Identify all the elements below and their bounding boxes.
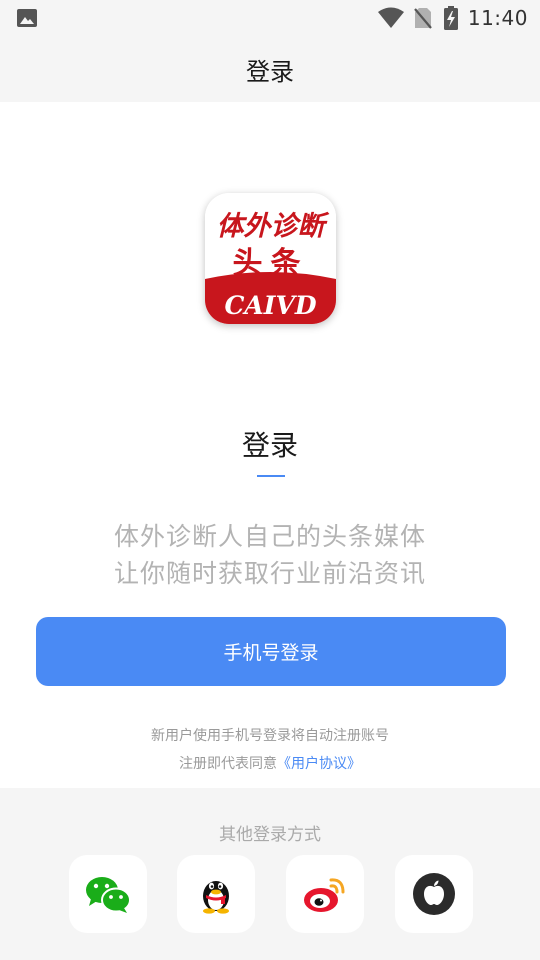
page-title: 登录 [246,57,294,86]
heading-underline [257,475,285,477]
weibo-login-button[interactable] [286,855,364,933]
apple-login-button[interactable] [395,855,473,933]
register-notice: 新用户使用手机号登录将自动注册账号 [151,728,389,744]
login-heading: 登录 [241,429,298,462]
app-logo: 体外诊断 头条 CAIVD [205,193,336,324]
agreement-prefix: 注册即代表同意 [179,756,277,772]
other-login-title: 其他登录方式 [219,825,321,845]
user-agreement-link[interactable]: 《用户协议》 [277,756,361,772]
apple-icon [413,873,455,915]
slogan-line-1: 体外诊断人自己的头条媒体 [113,522,426,551]
battery-charging-icon [443,6,458,30]
logo-line2: 头条 [233,246,309,281]
status-icons: 11:40 [377,5,528,31]
logo-line3: CAIVD [224,291,316,320]
phone-login-button[interactable]: 手机号登录 [36,617,506,686]
no-sim-icon [414,7,432,29]
wechat-icon [85,874,131,914]
weibo-icon [303,874,347,914]
wifi-icon [377,7,404,29]
qq-login-button[interactable] [177,855,255,933]
qq-penguin-icon [199,874,233,914]
wechat-login-button[interactable] [69,855,147,933]
status-time: 11:40 [467,6,528,30]
app-bar: 登录 [0,36,540,102]
other-login-panel: 其他登录方式 [0,788,540,960]
slogan-line-2: 让你随时获取行业前沿资讯 [113,559,426,588]
agreement-notice: 注册即代表同意《用户协议》 [0,753,540,773]
gallery-icon [17,9,37,27]
status-bar: 11:40 [0,0,540,36]
logo-line1: 体外诊断 [217,211,330,242]
